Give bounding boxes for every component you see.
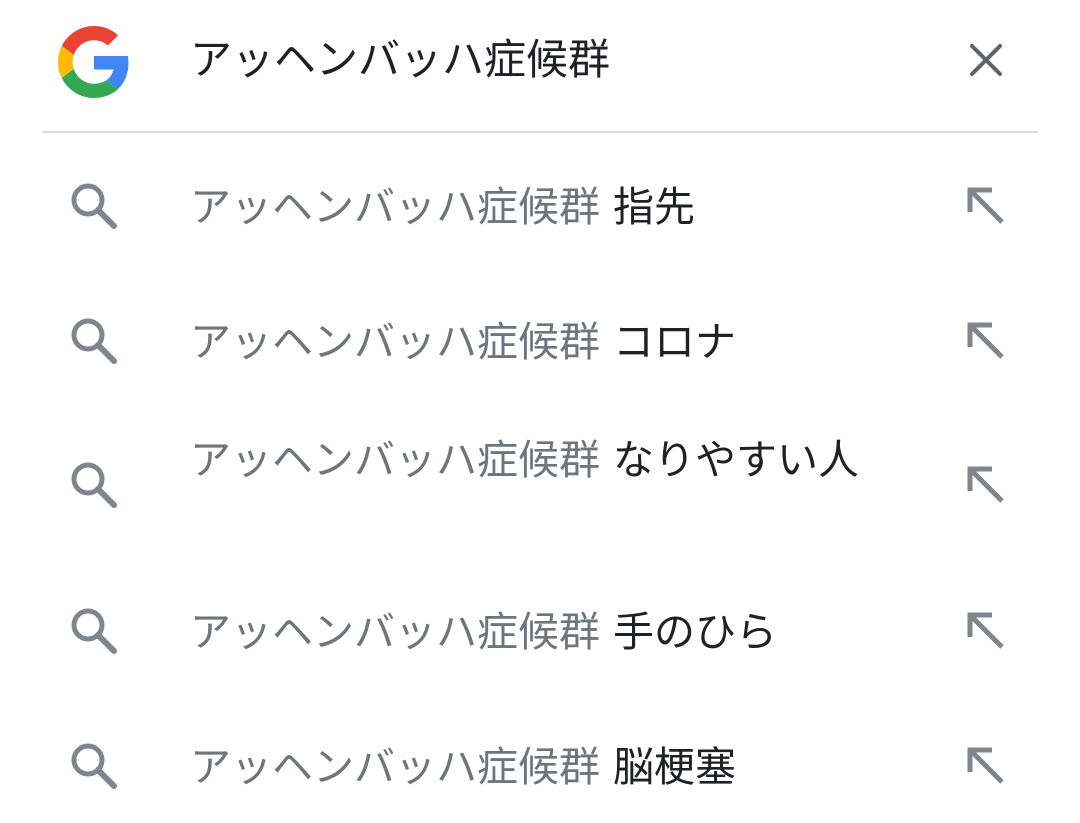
arrow-up-left-icon[interactable]	[958, 457, 1014, 513]
search-icon	[71, 318, 117, 364]
suggestion-suffix: 脳梗塞	[613, 743, 737, 791]
suggestion-prefix: アッヘンバッハ症候群	[190, 183, 600, 231]
search-bar	[0, 0, 1080, 132]
suggestion-text: アッヘンバッハ症候群 指先	[190, 178, 925, 236]
search-input[interactable]	[190, 30, 910, 90]
search-icon	[71, 462, 117, 508]
suggestion-text: アッヘンバッハ症候群 コロナ	[190, 313, 925, 371]
suggestion-prefix: アッヘンバッハ症候群	[190, 318, 600, 366]
google-g-logo-icon	[58, 26, 129, 98]
suggestion-item[interactable]: アッヘンバッハ症候群 手のひら	[0, 585, 1080, 685]
suggestion-suffix: なりやすい人	[613, 436, 860, 484]
arrow-up-left-icon[interactable]	[958, 738, 1014, 794]
close-icon	[970, 44, 1002, 76]
arrow-up-left-icon[interactable]	[958, 178, 1014, 234]
suggestion-suffix: 手のひら	[613, 608, 778, 656]
clear-button[interactable]	[956, 30, 1016, 90]
search-icon	[71, 608, 117, 654]
suggestion-suffix: 指先	[613, 183, 696, 231]
search-icon	[71, 183, 117, 229]
suggestion-item[interactable]: アッヘンバッハ症候群 脳梗塞	[0, 720, 1080, 820]
suggestion-text: アッヘンバッハ症候群 なりやすい人	[190, 431, 925, 489]
suggestion-prefix: アッヘンバッハ症候群	[190, 436, 600, 484]
search-suggestions-screen: アッヘンバッハ症候群 指先 アッヘンバッハ症候群 コロナ アッヘンバッハ症候群	[0, 0, 1080, 823]
suggestion-item[interactable]: アッヘンバッハ症候群 指先	[0, 160, 1080, 260]
suggestion-prefix: アッヘンバッハ症候群	[190, 608, 600, 656]
divider	[42, 131, 1038, 133]
arrow-up-left-icon[interactable]	[958, 313, 1014, 369]
suggestion-item[interactable]: アッヘンバッハ症候群 コロナ	[0, 295, 1080, 395]
search-icon	[71, 743, 117, 789]
suggestion-prefix: アッヘンバッハ症候群	[190, 743, 600, 791]
suggestion-item[interactable]: アッヘンバッハ症候群 なりやすい人	[0, 425, 1080, 555]
suggestion-text: アッヘンバッハ症候群 脳梗塞	[190, 738, 925, 796]
arrow-up-left-icon[interactable]	[958, 603, 1014, 659]
suggestion-suffix: コロナ	[613, 318, 737, 366]
suggestion-text: アッヘンバッハ症候群 手のひら	[190, 603, 925, 661]
